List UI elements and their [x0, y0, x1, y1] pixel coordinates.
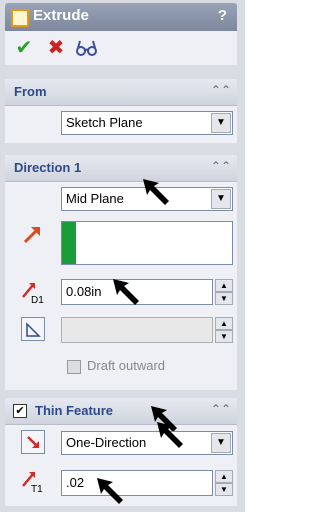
toolbar: ✔ ✖ [5, 31, 237, 65]
thin-type-value: One-Direction [66, 435, 147, 450]
annotation-arrow-icon [113, 279, 139, 305]
collapse-icon[interactable]: ⌃⌃ [211, 159, 231, 173]
depth-dimension-icon: D1 [22, 283, 44, 305]
thickness-value: .02 [66, 475, 85, 490]
spin-up-icon[interactable]: ▲ [215, 317, 233, 330]
direction1-header[interactable]: Direction 1 ⌃⌃ [5, 155, 237, 182]
reverse-direction-icon[interactable] [21, 222, 45, 246]
annotation-arrow-icon [143, 179, 169, 205]
annotation-arrow-icon [157, 422, 183, 448]
svg-text:T1: T1 [31, 484, 43, 494]
from-title: From [14, 84, 47, 99]
cancel-button[interactable]: ✖ [45, 37, 67, 59]
reverse-direction-icon [27, 436, 39, 448]
spin-up-icon[interactable]: ▲ [215, 470, 233, 483]
thickness-dimension-icon: T1 [22, 472, 43, 494]
direction1-title: Direction 1 [14, 160, 82, 175]
draft-spinner[interactable]: ▲ ▼ [215, 317, 233, 343]
ok-button[interactable]: ✔ [13, 37, 35, 59]
from-section: From ⌃⌃ Sketch Plane ▼ [5, 79, 237, 143]
spin-down-icon[interactable]: ▼ [215, 483, 233, 496]
draft-angle-input[interactable] [61, 317, 213, 343]
extrude-icon [11, 9, 29, 27]
thickness-spinner[interactable]: ▲ ▼ [215, 470, 233, 496]
help-button[interactable]: ? [218, 7, 227, 24]
from-value: Sketch Plane [66, 115, 143, 130]
chevron-down-icon: ▼ [211, 189, 231, 209]
chevron-down-icon: ▼ [211, 113, 231, 133]
spin-down-icon[interactable]: ▼ [215, 330, 233, 343]
direction1-section: Direction 1 ⌃⌃ Mid Plane ▼ D1 0.08in ▲ ▼ [5, 155, 237, 390]
draft-button[interactable] [21, 317, 45, 341]
spin-up-icon[interactable]: ▲ [215, 279, 233, 292]
from-header[interactable]: From ⌃⌃ [5, 79, 237, 106]
spin-down-icon[interactable]: ▼ [215, 292, 233, 305]
depth-spinner[interactable]: ▲ ▼ [215, 279, 233, 305]
annotation-arrow-icon [97, 478, 123, 504]
thin-feature-header[interactable]: ✔ Thin Feature ⌃⌃ [5, 398, 237, 425]
thin-reverse-button[interactable] [21, 430, 45, 454]
feature-manager-panel: Extrude ? ✔ ✖ From ⌃⌃ Sketch Plane ▼ Dir… [0, 0, 245, 512]
thin-feature-checkbox[interactable]: ✔ [13, 404, 27, 418]
draft-outward-label: Draft outward [87, 358, 166, 373]
depth-value: 0.08in [66, 284, 102, 299]
from-select[interactable]: Sketch Plane ▼ [61, 111, 233, 135]
collapse-icon[interactable]: ⌃⌃ [211, 83, 231, 97]
thickness-input[interactable]: .02 [61, 470, 213, 496]
thin-feature-title: Thin Feature [35, 403, 114, 418]
chevron-down-icon: ▼ [211, 433, 231, 453]
preview-button[interactable] [75, 37, 97, 59]
draft-outward-checkbox[interactable] [67, 360, 81, 374]
glasses-icon [76, 40, 97, 56]
thin-feature-section: ✔ Thin Feature ⌃⌃ One-Direction ▼ T1 .02 [5, 398, 237, 506]
end-condition-value: Mid Plane [66, 191, 124, 206]
thin-type-select[interactable]: One-Direction ▼ [61, 431, 233, 455]
collapse-icon[interactable]: ⌃⌃ [211, 402, 231, 416]
selection-box[interactable] [61, 221, 233, 265]
preview-color-swatch [62, 222, 76, 264]
draft-icon [26, 322, 41, 337]
window-title: Extrude [33, 7, 89, 24]
svg-text:D1: D1 [31, 295, 44, 305]
title-bar: Extrude ? [5, 3, 237, 31]
